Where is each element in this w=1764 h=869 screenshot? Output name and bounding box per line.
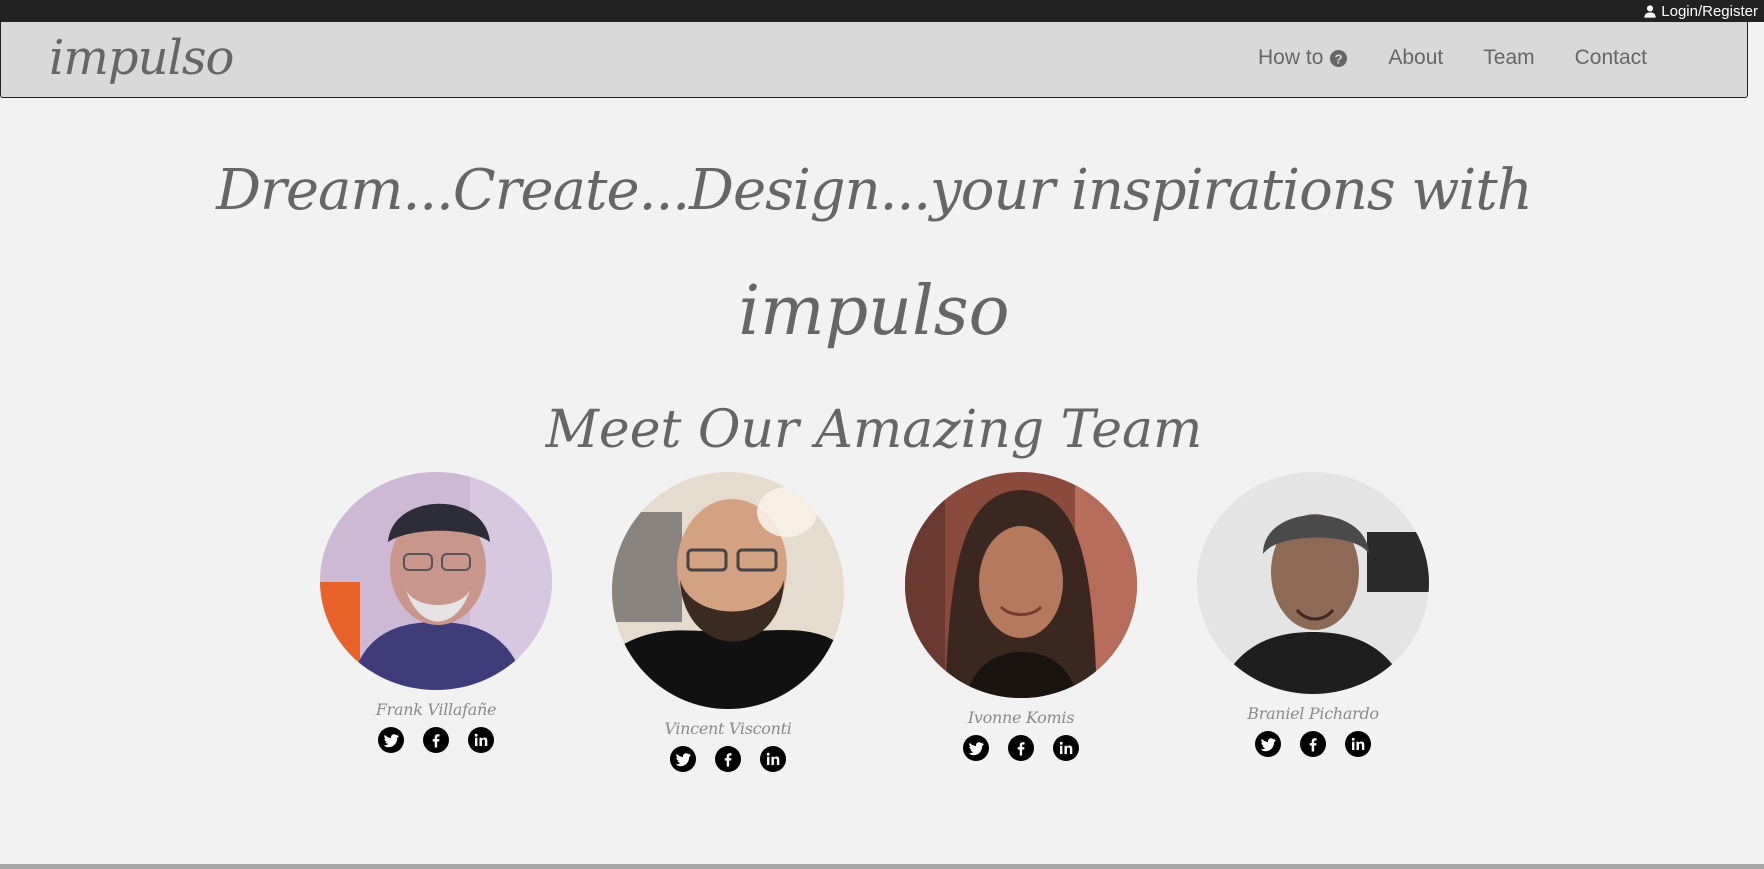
- user-icon: [1644, 5, 1656, 18]
- login-register-link[interactable]: Login/Register: [1643, 2, 1758, 20]
- twitter-link[interactable]: [1255, 731, 1281, 757]
- nav-about-label: About: [1388, 46, 1444, 69]
- twitter-icon: [1260, 738, 1276, 752]
- twitter-link[interactable]: [670, 746, 696, 772]
- footer-strip: [0, 864, 1764, 869]
- linkedin-icon: [1059, 741, 1073, 754]
- facebook-icon: [1017, 742, 1025, 756]
- team-member-card: Braniel Pichardo: [1197, 472, 1429, 757]
- login-register-label: Login/Register: [1661, 2, 1758, 20]
- nav-how-to-label: How to: [1258, 46, 1324, 69]
- facebook-link[interactable]: [1300, 731, 1326, 757]
- nav-about[interactable]: About: [1388, 46, 1443, 70]
- linkedin-link[interactable]: [468, 727, 494, 753]
- social-links: [1197, 731, 1429, 757]
- nav-contact[interactable]: Contact: [1575, 46, 1647, 70]
- nav-how-to[interactable]: How to ?: [1258, 46, 1348, 70]
- member-name: Vincent Visconti: [664, 719, 792, 738]
- avatar: [905, 472, 1137, 698]
- facebook-link[interactable]: [1008, 735, 1034, 761]
- hero-brand: impulso: [738, 272, 1010, 351]
- nav-team[interactable]: Team: [1483, 46, 1534, 70]
- facebook-icon: [724, 753, 732, 767]
- twitter-icon: [968, 742, 984, 756]
- facebook-link[interactable]: [715, 746, 741, 772]
- linkedin-link[interactable]: [760, 746, 786, 772]
- avatar: [1197, 472, 1429, 694]
- avatar: [612, 472, 844, 709]
- social-links: [905, 735, 1137, 761]
- linkedin-icon: [766, 752, 780, 765]
- facebook-link[interactable]: [423, 727, 449, 753]
- team-member-card: Ivonne Komis: [905, 472, 1137, 761]
- social-links: [320, 727, 552, 753]
- facebook-icon: [432, 734, 440, 748]
- twitter-link[interactable]: [378, 727, 404, 753]
- avatar: [320, 472, 552, 690]
- twitter-icon: [675, 753, 691, 767]
- nav-links: How to ? About Team Contact: [1258, 46, 1647, 70]
- question-circle-icon: ?: [1330, 49, 1348, 67]
- twitter-link[interactable]: [963, 735, 989, 761]
- linkedin-link[interactable]: [1345, 731, 1371, 757]
- linkedin-icon: [1351, 737, 1365, 750]
- top-bar: Login/Register: [0, 0, 1764, 22]
- team-title: Meet Our Amazing Team: [545, 400, 1203, 460]
- nav-contact-label: Contact: [1574, 46, 1647, 69]
- navbar: impulso How to ? About Team Contact: [0, 22, 1748, 98]
- svg-text:?: ?: [1335, 51, 1343, 66]
- brand-logo[interactable]: impulso: [49, 30, 234, 86]
- member-name: Braniel Pichardo: [1247, 704, 1379, 723]
- linkedin-icon: [474, 733, 488, 746]
- member-name: Ivonne Komis: [967, 708, 1075, 727]
- hero-headline: Dream...Create...Design...your inspirati…: [216, 158, 1533, 223]
- member-name: Frank Villafañe: [375, 700, 497, 719]
- team-member-card: Frank Villafañe: [320, 472, 552, 753]
- team-member-card: Vincent Visconti: [612, 472, 844, 772]
- linkedin-link[interactable]: [1053, 735, 1079, 761]
- social-links: [612, 746, 844, 772]
- twitter-icon: [383, 734, 399, 748]
- facebook-icon: [1309, 738, 1317, 752]
- nav-team-label: Team: [1483, 46, 1535, 69]
